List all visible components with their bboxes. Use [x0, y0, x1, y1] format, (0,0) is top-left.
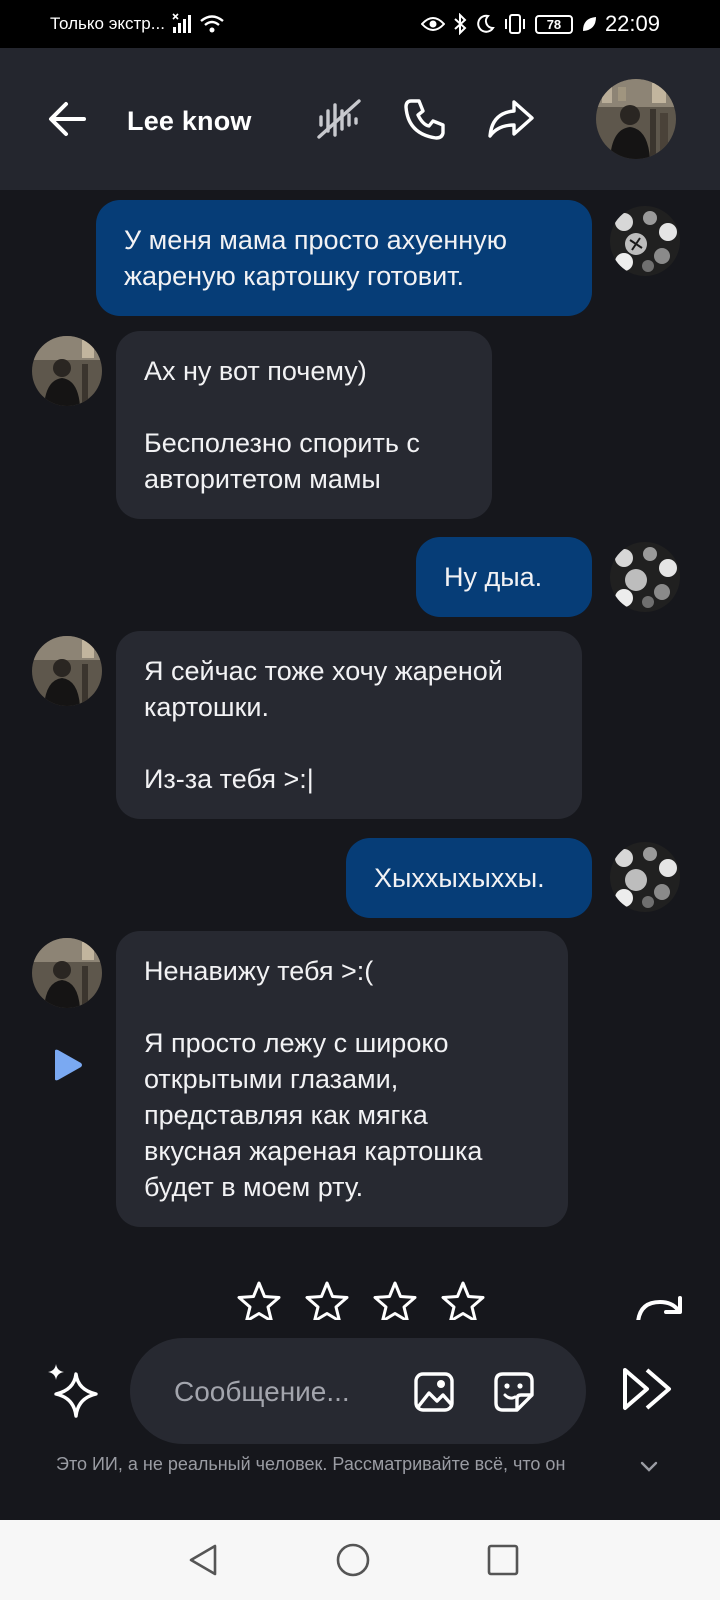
sticker-icon	[494, 1372, 534, 1412]
star-outline-icon[interactable]	[372, 1280, 418, 1320]
contact-name[interactable]: Lee know	[127, 106, 252, 137]
share-arrow-icon	[488, 100, 534, 138]
chevron-down-icon	[640, 1461, 658, 1472]
square-recents-icon	[487, 1544, 519, 1576]
nav-recents-button[interactable]	[480, 1537, 526, 1583]
message-list[interactable]: У меня мама просто ахуенную жареную карт…	[0, 190, 720, 1320]
arrow-left-icon	[49, 102, 86, 136]
nav-back-button[interactable]	[180, 1537, 226, 1583]
play-audio-button[interactable]	[50, 1048, 84, 1082]
share-button[interactable]	[486, 94, 536, 144]
composer: Это ИИ, а не реальный человек. Рассматри…	[0, 1320, 720, 1520]
expand-disclaimer-button[interactable]	[636, 1454, 662, 1480]
ai-sparkle-button[interactable]	[44, 1362, 104, 1422]
regenerate-icon	[636, 1296, 682, 1320]
outgoing-message[interactable]: Ну дыа.	[416, 537, 592, 617]
battery-indicator: 78	[534, 14, 573, 34]
bot-avatar-image	[32, 636, 102, 706]
incoming-message[interactable]: Ах ну вот почему) Бесполезно спорить с а…	[116, 331, 492, 519]
fast-forward-send-icon	[623, 1368, 671, 1410]
rating-stars	[236, 1280, 486, 1320]
bot-avatar[interactable]	[32, 636, 102, 706]
voice-toggle-button[interactable]	[314, 94, 364, 144]
sticker-button[interactable]	[490, 1368, 538, 1416]
bot-avatar[interactable]	[32, 336, 102, 406]
moon-icon	[475, 14, 495, 34]
leaf-icon	[581, 15, 597, 33]
phone-icon	[404, 99, 445, 140]
bot-avatar[interactable]	[32, 938, 102, 1008]
attach-image-button[interactable]	[410, 1368, 458, 1416]
bot-avatar-image	[32, 938, 102, 1008]
star-outline-icon[interactable]	[304, 1280, 350, 1320]
signal-icon	[171, 13, 193, 35]
circle-home-icon	[336, 1543, 370, 1577]
user-avatar-image	[610, 542, 680, 612]
incoming-message[interactable]: Ненавижу тебя >:( Я просто лежу с широко…	[116, 931, 568, 1227]
voice-muted-icon	[317, 99, 361, 139]
status-left: Только экстр...	[50, 13, 225, 35]
message-input[interactable]	[174, 1372, 394, 1412]
carrier-text: Только экстр...	[50, 14, 165, 33]
bluetooth-icon	[453, 13, 467, 35]
clock: 22:09	[604, 11, 660, 36]
bot-avatar-image	[32, 336, 102, 406]
call-button[interactable]	[400, 94, 450, 144]
wifi-icon	[199, 13, 225, 35]
status-right: 78 22:09	[420, 11, 660, 37]
chat-header: Lee know	[0, 48, 720, 190]
image-icon	[414, 1372, 454, 1412]
incoming-message[interactable]: Я сейчас тоже хочу жареной картошки. Из-…	[116, 631, 582, 819]
eye-icon	[420, 15, 445, 33]
message-input-container[interactable]	[130, 1338, 586, 1444]
system-nav-bar	[0, 1520, 720, 1600]
user-avatar[interactable]	[610, 206, 680, 276]
user-avatar-image	[610, 206, 680, 276]
user-avatar[interactable]	[610, 842, 680, 912]
outgoing-message[interactable]: У меня мама просто ахуенную жареную карт…	[96, 200, 592, 316]
regenerate-button[interactable]	[632, 1292, 688, 1320]
user-avatar[interactable]	[610, 542, 680, 612]
status-bar: Только экстр... 78 22:09	[0, 0, 720, 48]
send-button[interactable]	[620, 1364, 676, 1414]
star-outline-icon[interactable]	[236, 1280, 282, 1320]
triangle-back-icon	[189, 1544, 217, 1576]
vibrate-icon	[503, 13, 527, 35]
ai-disclaimer: Это ИИ, а не реальный человек. Рассматри…	[56, 1454, 566, 1474]
contact-avatar[interactable]	[596, 79, 676, 159]
star-outline-icon[interactable]	[440, 1280, 486, 1320]
nav-home-button[interactable]	[330, 1537, 376, 1583]
sparkle-icon	[48, 1364, 98, 1418]
play-icon	[55, 1049, 82, 1081]
outgoing-message[interactable]: Хыххыхыххы.	[346, 838, 592, 918]
contact-photo	[596, 79, 676, 159]
user-avatar-image	[610, 842, 680, 912]
back-button[interactable]	[44, 96, 90, 142]
